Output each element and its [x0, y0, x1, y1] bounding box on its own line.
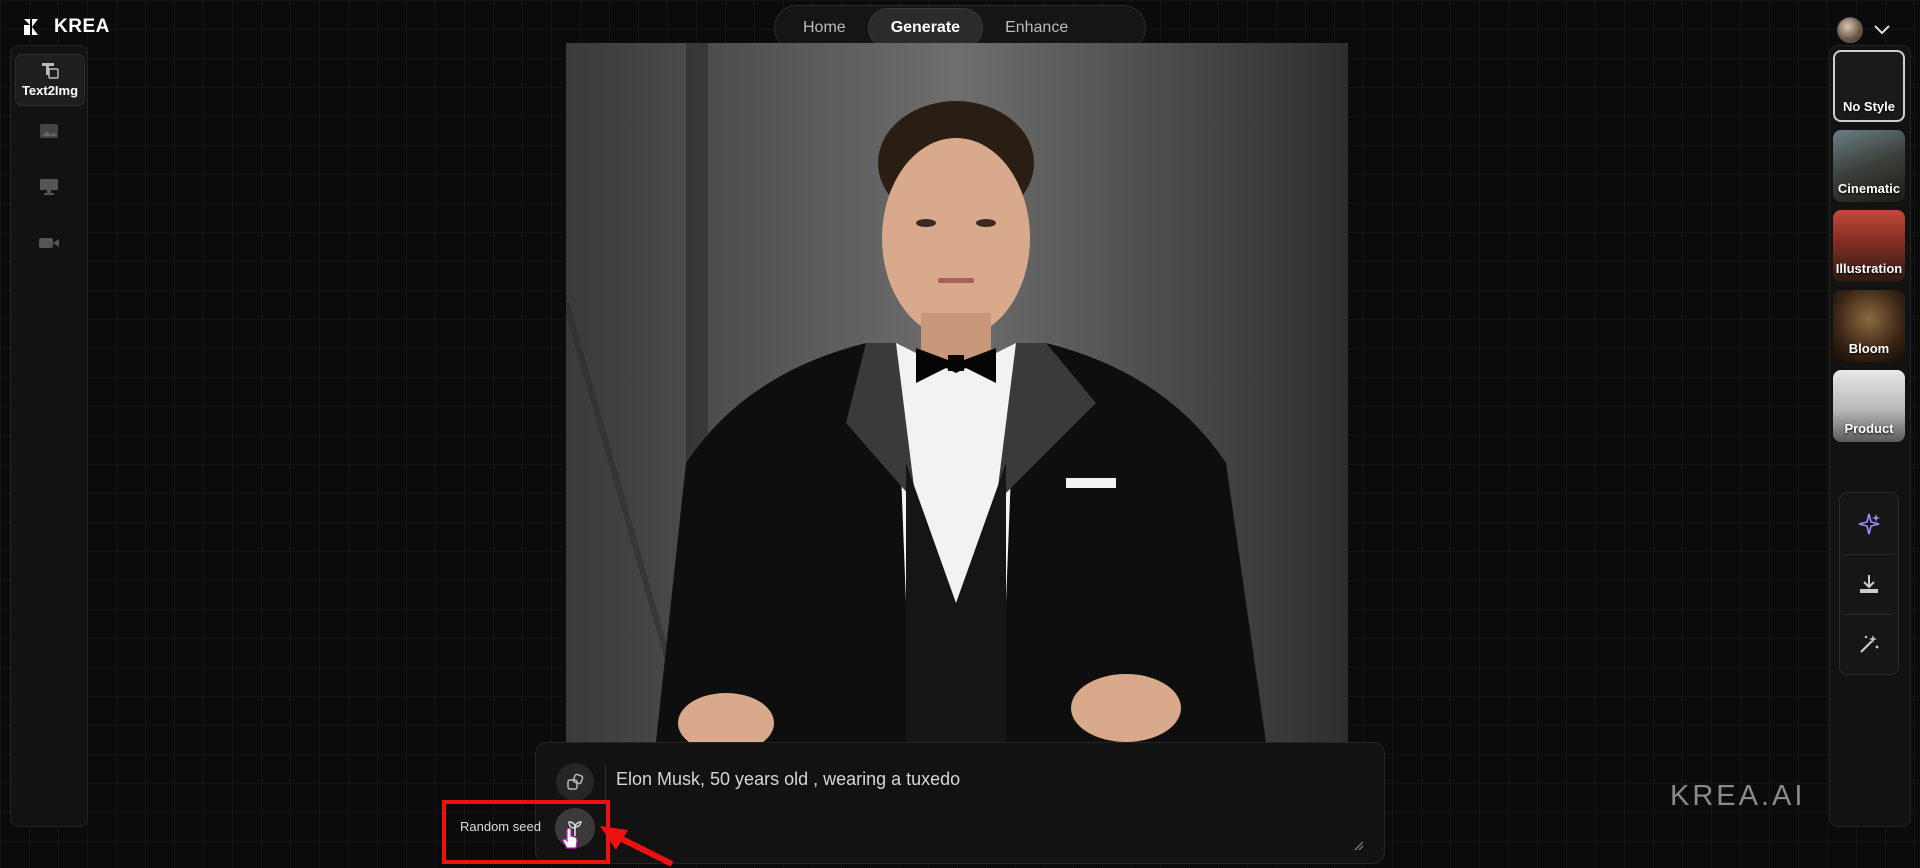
watermark: KREA.AI — [1670, 780, 1806, 812]
video-icon — [38, 236, 60, 255]
style-bloom[interactable]: Bloom — [1833, 290, 1905, 362]
style-label: Bloom — [1848, 341, 1890, 356]
tab-generate[interactable]: Generate — [867, 8, 984, 48]
download-icon — [1860, 575, 1878, 593]
style-cinematic[interactable]: Cinematic — [1833, 130, 1905, 202]
text-to-image-icon — [40, 62, 60, 80]
style-label: Product — [1844, 421, 1894, 436]
magic-wand-icon — [1860, 635, 1879, 653]
style-no-style[interactable]: No Style — [1833, 50, 1905, 122]
rail-item-screen[interactable] — [15, 164, 83, 214]
avatar[interactable] — [1837, 17, 1863, 43]
rail-item-text2img[interactable]: Text2Img — [15, 54, 85, 106]
style-label: Cinematic — [1837, 181, 1901, 196]
random-seed-label: Random seed — [460, 819, 541, 834]
prompt-input[interactable]: Elon Musk, 50 years old , wearing a tuxe… — [616, 769, 960, 790]
rail-item-video[interactable] — [15, 220, 83, 270]
style-illustration[interactable]: Illustration — [1833, 210, 1905, 282]
download-button[interactable] — [1840, 555, 1898, 613]
app-name: KREA — [54, 16, 110, 37]
rail-item-image[interactable] — [15, 108, 83, 158]
krea-logo-icon — [24, 19, 38, 35]
prompt-divider — [605, 765, 606, 801]
hand-cursor-icon — [562, 828, 578, 849]
image-icon — [39, 123, 59, 144]
enhance-sparkle-icon — [1858, 513, 1880, 535]
tab-home[interactable]: Home — [781, 9, 868, 47]
chevron-down-icon[interactable] — [1873, 24, 1891, 36]
resize-handle-icon[interactable] — [1354, 841, 1364, 851]
magic-edit-button[interactable] — [1840, 615, 1898, 673]
image-tools — [1839, 492, 1899, 675]
style-product[interactable]: Product — [1833, 370, 1905, 442]
profile-menu[interactable] — [1837, 17, 1891, 43]
style-label: Illustration — [1835, 261, 1903, 276]
logo[interactable]: KREA — [20, 16, 110, 38]
red-arrow-annotation-icon — [600, 826, 674, 867]
generated-image-illustration — [566, 43, 1348, 742]
screen-icon — [39, 178, 59, 201]
left-toolbar: Text2Img — [10, 45, 88, 827]
enhance-button[interactable] — [1840, 495, 1898, 553]
style-label: No Style — [1842, 99, 1895, 114]
rail-item-label: Text2Img — [21, 83, 79, 98]
style-panel: No Style Cinematic Illustration Bloom Pr… — [1829, 45, 1911, 827]
shuffle-icon — [567, 773, 584, 790]
generated-image[interactable] — [566, 43, 1348, 742]
tab-enhance[interactable]: Enhance — [983, 9, 1090, 47]
shuffle-prompt-button[interactable] — [556, 763, 594, 801]
